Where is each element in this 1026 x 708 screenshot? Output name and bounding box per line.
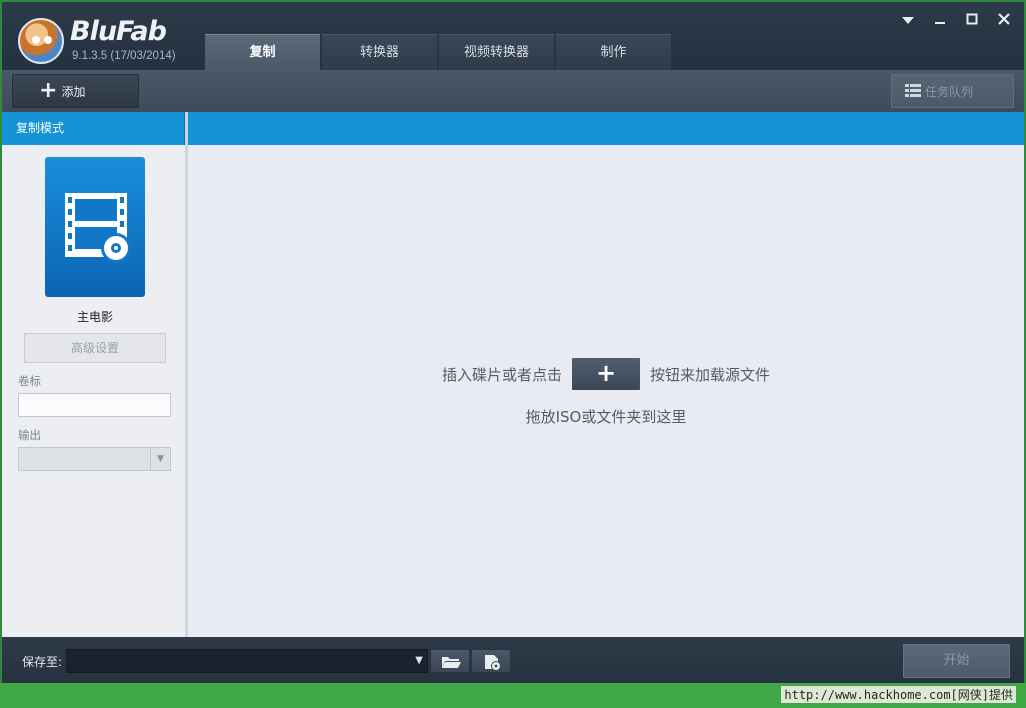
drag-drop-hint: 拖放ISO或文件夹到这里	[525, 408, 687, 426]
output-caption: 输出	[18, 428, 41, 442]
bottom-bar: 保存至: ▼ 开始	[2, 637, 1024, 685]
add-button-label: 添加	[61, 84, 86, 99]
inline-add-button[interactable]: +	[572, 358, 640, 390]
minimize-icon[interactable]	[924, 10, 956, 32]
app-window: BluFab 9.1.3.5 (17/03/2014) 复制 转换器 视频转换器…	[0, 0, 1026, 708]
task-queue-button[interactable]: 任务队列	[891, 74, 1014, 108]
save-path-dropdown[interactable]: ▼	[66, 649, 428, 673]
copy-mode-sidebar: 复制模式 主电影 高级设置 卷标 输出 ▼	[2, 112, 188, 637]
open-folder-button[interactable]	[430, 649, 470, 673]
chevron-down-icon[interactable]	[892, 10, 924, 32]
add-button[interactable]: + 添加	[12, 74, 139, 108]
list-icon	[905, 84, 921, 98]
title-bar: BluFab 9.1.3.5 (17/03/2014) 复制 转换器 视频转换器…	[2, 2, 1024, 70]
app-logo-icon	[18, 18, 64, 64]
hint-after-text: 按钮来加载源文件	[650, 365, 771, 384]
output-select[interactable]: ▼	[18, 447, 171, 471]
tab-copy[interactable]: 复制	[205, 34, 320, 70]
task-queue-label: 任务队列	[925, 84, 974, 99]
chevron-down-icon[interactable]: ▼	[150, 448, 170, 470]
footer-credit: http://www.hackhome.com[网侠]提供	[781, 686, 1016, 703]
toolbar: + 添加 任务队列	[2, 70, 1024, 112]
tab-video-converter[interactable]: 视频转换器	[439, 34, 554, 70]
film-disc-icon	[65, 193, 131, 263]
main-tabs: 复制 转换器 视频转换器 制作	[205, 34, 673, 70]
footer-strip: http://www.hackhome.com[网侠]提供	[0, 683, 1026, 708]
sidebar-header: 复制模式	[2, 112, 185, 145]
main-drop-area[interactable]: 插入碟片或者点击 + 按钮来加载源文件 拖放ISO或文件夹到这里	[188, 112, 1024, 637]
tab-converter[interactable]: 转换器	[322, 34, 437, 70]
maximize-icon[interactable]	[956, 10, 988, 32]
window-controls	[892, 10, 1020, 32]
folder-open-icon	[442, 657, 461, 668]
iso-file-button[interactable]	[471, 649, 511, 673]
app-version: 9.1.3.5 (17/03/2014)	[72, 50, 176, 62]
main-header-bar	[188, 112, 1024, 145]
start-button[interactable]: 开始	[903, 644, 1010, 678]
advanced-settings-button[interactable]: 高级设置	[24, 333, 166, 363]
chevron-down-icon: ▼	[415, 655, 423, 666]
load-source-hint: 插入碟片或者点击 + 按钮来加载源文件	[188, 358, 1024, 390]
save-to-label: 保存至:	[22, 655, 63, 669]
mode-label: 主电影	[76, 310, 113, 324]
disc-file-icon	[485, 655, 501, 671]
tab-create[interactable]: 制作	[556, 34, 671, 70]
close-icon[interactable]	[988, 10, 1020, 32]
volume-label-caption: 卷标	[18, 374, 41, 388]
main-movie-mode-tile[interactable]	[45, 157, 145, 297]
hint-before-text: 插入碟片或者点击	[441, 365, 562, 384]
volume-label-input[interactable]	[18, 393, 171, 417]
app-name: BluFab	[70, 16, 167, 47]
plus-icon: +	[39, 78, 58, 103]
